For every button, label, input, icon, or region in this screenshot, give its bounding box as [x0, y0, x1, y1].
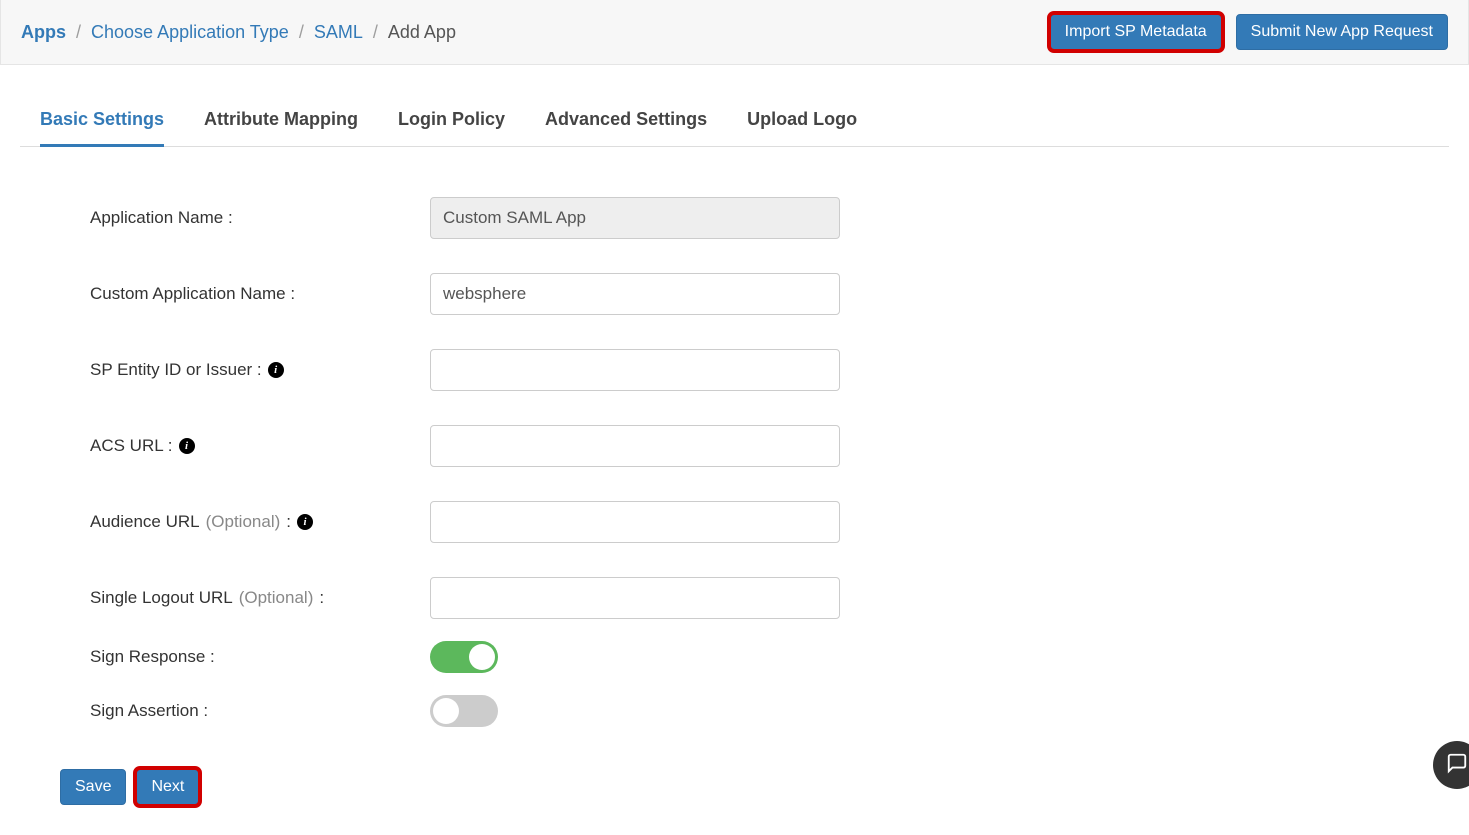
label-sp-entity-id: SP Entity ID or Issuer : i	[90, 360, 430, 380]
save-button[interactable]: Save	[60, 769, 126, 805]
input-sp-entity-id[interactable]	[430, 349, 840, 391]
info-icon[interactable]: i	[268, 362, 284, 378]
label-audience-url: Audience URL (Optional) : i	[90, 512, 430, 532]
row-single-logout-url: Single Logout URL (Optional) :	[90, 577, 920, 619]
top-actions: Import SP Metadata Submit New App Reques…	[1050, 14, 1448, 50]
breadcrumb: Apps / Choose Application Type / SAML / …	[21, 22, 456, 43]
top-bar: Apps / Choose Application Type / SAML / …	[0, 0, 1469, 65]
row-audience-url: Audience URL (Optional) : i	[90, 501, 920, 543]
row-sign-assertion: Sign Assertion :	[90, 695, 920, 727]
label-text-slo-pre: Single Logout URL	[90, 588, 233, 608]
toggle-knob	[433, 698, 459, 724]
tab-login-policy[interactable]: Login Policy	[398, 109, 505, 147]
label-application-name: Application Name :	[90, 208, 430, 228]
label-text-audience-post: :	[286, 512, 291, 532]
label-acs-url: ACS URL : i	[90, 436, 430, 456]
toggle-sign-response[interactable]	[430, 641, 498, 673]
label-sign-assertion: Sign Assertion :	[90, 701, 430, 721]
submit-new-app-request-button[interactable]: Submit New App Request	[1236, 14, 1448, 50]
row-sp-entity-id: SP Entity ID or Issuer : i	[90, 349, 920, 391]
input-single-logout-url[interactable]	[430, 577, 840, 619]
input-audience-url[interactable]	[430, 501, 840, 543]
breadcrumb-saml-link[interactable]: SAML	[314, 22, 363, 43]
label-optional: (Optional)	[206, 512, 281, 532]
tabs: Basic Settings Attribute Mapping Login P…	[20, 85, 1449, 147]
form-area: Application Name : Custom Application Na…	[20, 147, 920, 727]
toggle-sign-assertion[interactable]	[430, 695, 498, 727]
breadcrumb-choose-type-link[interactable]: Choose Application Type	[91, 22, 289, 43]
content: Basic Settings Attribute Mapping Login P…	[0, 65, 1469, 835]
row-application-name: Application Name :	[90, 197, 920, 239]
breadcrumb-sep: /	[373, 22, 378, 43]
tab-advanced-settings[interactable]: Advanced Settings	[545, 109, 707, 147]
import-sp-metadata-button[interactable]: Import SP Metadata	[1050, 14, 1222, 50]
info-icon[interactable]: i	[297, 514, 313, 530]
label-custom-application-name: Custom Application Name :	[90, 284, 430, 304]
label-text-audience-pre: Audience URL	[90, 512, 200, 532]
tab-upload-logo[interactable]: Upload Logo	[747, 109, 857, 147]
chat-icon	[1446, 752, 1468, 779]
input-application-name	[430, 197, 840, 239]
breadcrumb-sep: /	[299, 22, 304, 43]
input-custom-application-name[interactable]	[430, 273, 840, 315]
row-sign-response: Sign Response :	[90, 641, 920, 673]
info-icon[interactable]: i	[179, 438, 195, 454]
tab-attribute-mapping[interactable]: Attribute Mapping	[204, 109, 358, 147]
toggle-knob	[469, 644, 495, 670]
row-acs-url: ACS URL : i	[90, 425, 920, 467]
row-custom-application-name: Custom Application Name :	[90, 273, 920, 315]
breadcrumb-apps-link[interactable]: Apps	[21, 22, 66, 43]
breadcrumb-sep: /	[76, 22, 81, 43]
label-text-slo-post: :	[319, 588, 324, 608]
label-sign-response: Sign Response :	[90, 647, 430, 667]
label-optional: (Optional)	[239, 588, 314, 608]
next-button[interactable]: Next	[136, 769, 199, 805]
breadcrumb-current: Add App	[388, 22, 456, 43]
label-single-logout-url: Single Logout URL (Optional) :	[90, 588, 430, 608]
tab-basic-settings[interactable]: Basic Settings	[40, 109, 164, 147]
input-acs-url[interactable]	[430, 425, 840, 467]
label-text-sp-entity: SP Entity ID or Issuer :	[90, 360, 262, 380]
label-text-acs-url: ACS URL :	[90, 436, 173, 456]
